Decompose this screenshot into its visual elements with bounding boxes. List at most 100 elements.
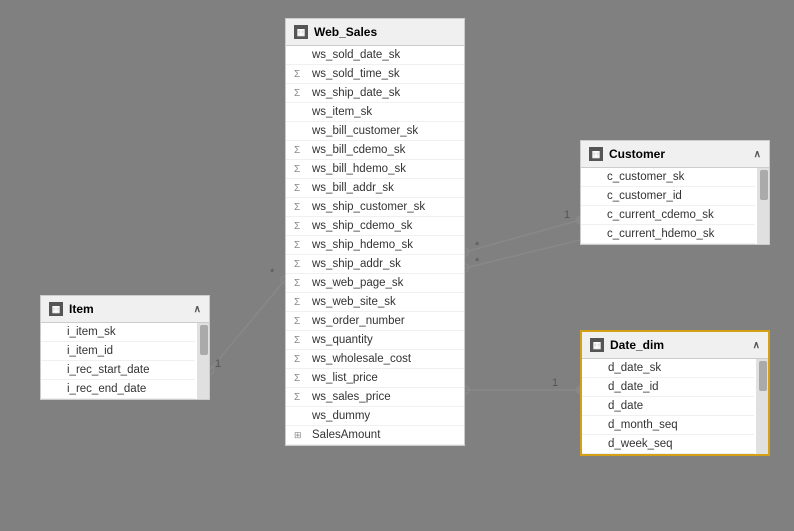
- table-web-sales-header: ▦ Web_Sales: [286, 19, 464, 46]
- table-item-title: Item: [69, 302, 94, 316]
- sigma-icon: Σ: [294, 69, 308, 80]
- table-icon: ▦: [49, 302, 63, 316]
- sigma-icon: Σ: [294, 316, 308, 327]
- list-item[interactable]: c_customer_id: [581, 187, 755, 206]
- sigma-icon: Σ: [294, 221, 308, 232]
- scrollbar[interactable]: [197, 323, 209, 399]
- sigma-icon: Σ: [294, 240, 308, 251]
- sigma-icon: Σ: [294, 297, 308, 308]
- field-label: d_date: [608, 400, 643, 412]
- field-label: ws_ship_cdemo_sk: [312, 220, 412, 232]
- list-item[interactable]: c_customer_sk: [581, 168, 755, 187]
- table-icon: ▦: [589, 147, 603, 161]
- chevron-up-icon[interactable]: ∧: [753, 340, 760, 351]
- list-item[interactable]: c_current_cdemo_sk: [581, 206, 755, 225]
- list-item[interactable]: Σ ws_ship_date_sk: [286, 84, 464, 103]
- list-item[interactable]: Σ ws_bill_addr_sk: [286, 179, 464, 198]
- list-item[interactable]: Σ ws_sold_time_sk: [286, 65, 464, 84]
- list-item[interactable]: c_current_hdemo_sk: [581, 225, 755, 244]
- table-customer[interactable]: ▦ Customer ∧ c_customer_sk c_customer_id…: [580, 140, 770, 245]
- field-label: ws_web_page_sk: [312, 277, 403, 289]
- list-item[interactable]: ws_sold_date_sk: [286, 46, 464, 65]
- field-label: c_customer_id: [607, 190, 682, 202]
- field-label: ws_ship_date_sk: [312, 87, 400, 99]
- list-item[interactable]: d_date_sk: [582, 359, 754, 378]
- field-label: ws_order_number: [312, 315, 405, 327]
- field-label: d_date_id: [608, 381, 659, 393]
- list-item[interactable]: Σ ws_sales_price: [286, 388, 464, 407]
- scrollbar[interactable]: [756, 359, 768, 454]
- table-icon: ▦: [294, 25, 308, 39]
- svg-text:1: 1: [564, 209, 570, 221]
- field-label: ws_dummy: [312, 410, 370, 422]
- scrollbar[interactable]: [757, 168, 769, 244]
- field-label: ws_bill_cdemo_sk: [312, 144, 405, 156]
- sigma-icon: Σ: [294, 373, 308, 384]
- field-label: ws_bill_customer_sk: [312, 125, 418, 137]
- chevron-up-icon[interactable]: ∧: [754, 149, 761, 160]
- list-item[interactable]: d_date: [582, 397, 754, 416]
- field-label: d_month_seq: [608, 419, 678, 431]
- table-item[interactable]: ▦ Item ∧ i_item_sk i_item_id i_rec_start…: [40, 295, 210, 400]
- table-web-sales-title: Web_Sales: [314, 25, 377, 39]
- list-item[interactable]: Σ ws_quantity: [286, 331, 464, 350]
- field-label: ws_wholesale_cost: [312, 353, 411, 365]
- list-item[interactable]: i_item_id: [41, 342, 195, 361]
- list-item[interactable]: d_week_seq: [582, 435, 754, 454]
- field-label: ws_web_site_sk: [312, 296, 396, 308]
- field-label: ws_bill_hdemo_sk: [312, 163, 406, 175]
- svg-text:1: 1: [552, 377, 558, 389]
- list-item[interactable]: i_rec_end_date: [41, 380, 195, 399]
- list-item[interactable]: Σ ws_web_site_sk: [286, 293, 464, 312]
- field-label: ws_ship_customer_sk: [312, 201, 425, 213]
- table-icon: ▦: [590, 338, 604, 352]
- field-label: d_week_seq: [608, 438, 673, 450]
- sigma-icon: Σ: [294, 202, 308, 213]
- field-label: c_current_cdemo_sk: [607, 209, 714, 221]
- chevron-up-icon[interactable]: ∧: [194, 304, 201, 315]
- list-item[interactable]: d_month_seq: [582, 416, 754, 435]
- table-item-header: ▦ Item ∧: [41, 296, 209, 323]
- list-item[interactable]: Σ ws_web_page_sk: [286, 274, 464, 293]
- table-customer-header: ▦ Customer ∧: [581, 141, 769, 168]
- list-item[interactable]: Σ ws_list_price: [286, 369, 464, 388]
- list-item[interactable]: ws_bill_customer_sk: [286, 122, 464, 141]
- sigma-icon: Σ: [294, 354, 308, 365]
- list-item[interactable]: Σ ws_ship_customer_sk: [286, 198, 464, 217]
- svg-text:*: *: [270, 267, 275, 279]
- scrollbar-thumb[interactable]: [759, 361, 767, 391]
- table-web-sales[interactable]: ▦ Web_Sales ws_sold_date_sk Σ ws_sold_ti…: [285, 18, 465, 446]
- list-item[interactable]: Σ ws_wholesale_cost: [286, 350, 464, 369]
- list-item[interactable]: i_item_sk: [41, 323, 195, 342]
- scrollbar-thumb[interactable]: [760, 170, 768, 200]
- table-date-dim-body: d_date_sk d_date_id d_date d_month_seq d…: [582, 359, 768, 454]
- table-customer-title: Customer: [609, 147, 665, 161]
- list-item[interactable]: d_date_id: [582, 378, 754, 397]
- field-label: ws_sold_time_sk: [312, 68, 400, 80]
- scrollbar-thumb[interactable]: [200, 325, 208, 355]
- field-label: SalesAmount: [312, 429, 380, 441]
- list-item[interactable]: ⊞ SalesAmount: [286, 426, 464, 445]
- sigma-icon: Σ: [294, 259, 308, 270]
- svg-text:1: 1: [215, 358, 221, 370]
- list-item[interactable]: i_rec_start_date: [41, 361, 195, 380]
- list-item[interactable]: Σ ws_ship_addr_sk: [286, 255, 464, 274]
- list-item[interactable]: Σ ws_order_number: [286, 312, 464, 331]
- sigma-icon: Σ: [294, 392, 308, 403]
- calc-icon: ⊞: [294, 430, 308, 441]
- field-label: ws_sales_price: [312, 391, 391, 403]
- table-customer-body: c_customer_sk c_customer_id c_current_cd…: [581, 168, 769, 244]
- list-item[interactable]: Σ ws_ship_hdemo_sk: [286, 236, 464, 255]
- list-item[interactable]: Σ ws_bill_hdemo_sk: [286, 160, 464, 179]
- list-item[interactable]: Σ ws_bill_cdemo_sk: [286, 141, 464, 160]
- list-item[interactable]: ws_dummy: [286, 407, 464, 426]
- field-label: i_rec_start_date: [67, 364, 149, 376]
- sigma-icon: Σ: [294, 183, 308, 194]
- table-date-dim-header: ▦ Date_dim ∧: [582, 332, 768, 359]
- list-item[interactable]: Σ ws_ship_cdemo_sk: [286, 217, 464, 236]
- field-label: i_item_id: [67, 345, 113, 357]
- field-label: c_current_hdemo_sk: [607, 228, 714, 240]
- field-label: ws_bill_addr_sk: [312, 182, 394, 194]
- table-date-dim[interactable]: ▦ Date_dim ∧ d_date_sk d_date_id d_date …: [580, 330, 770, 456]
- list-item[interactable]: ws_item_sk: [286, 103, 464, 122]
